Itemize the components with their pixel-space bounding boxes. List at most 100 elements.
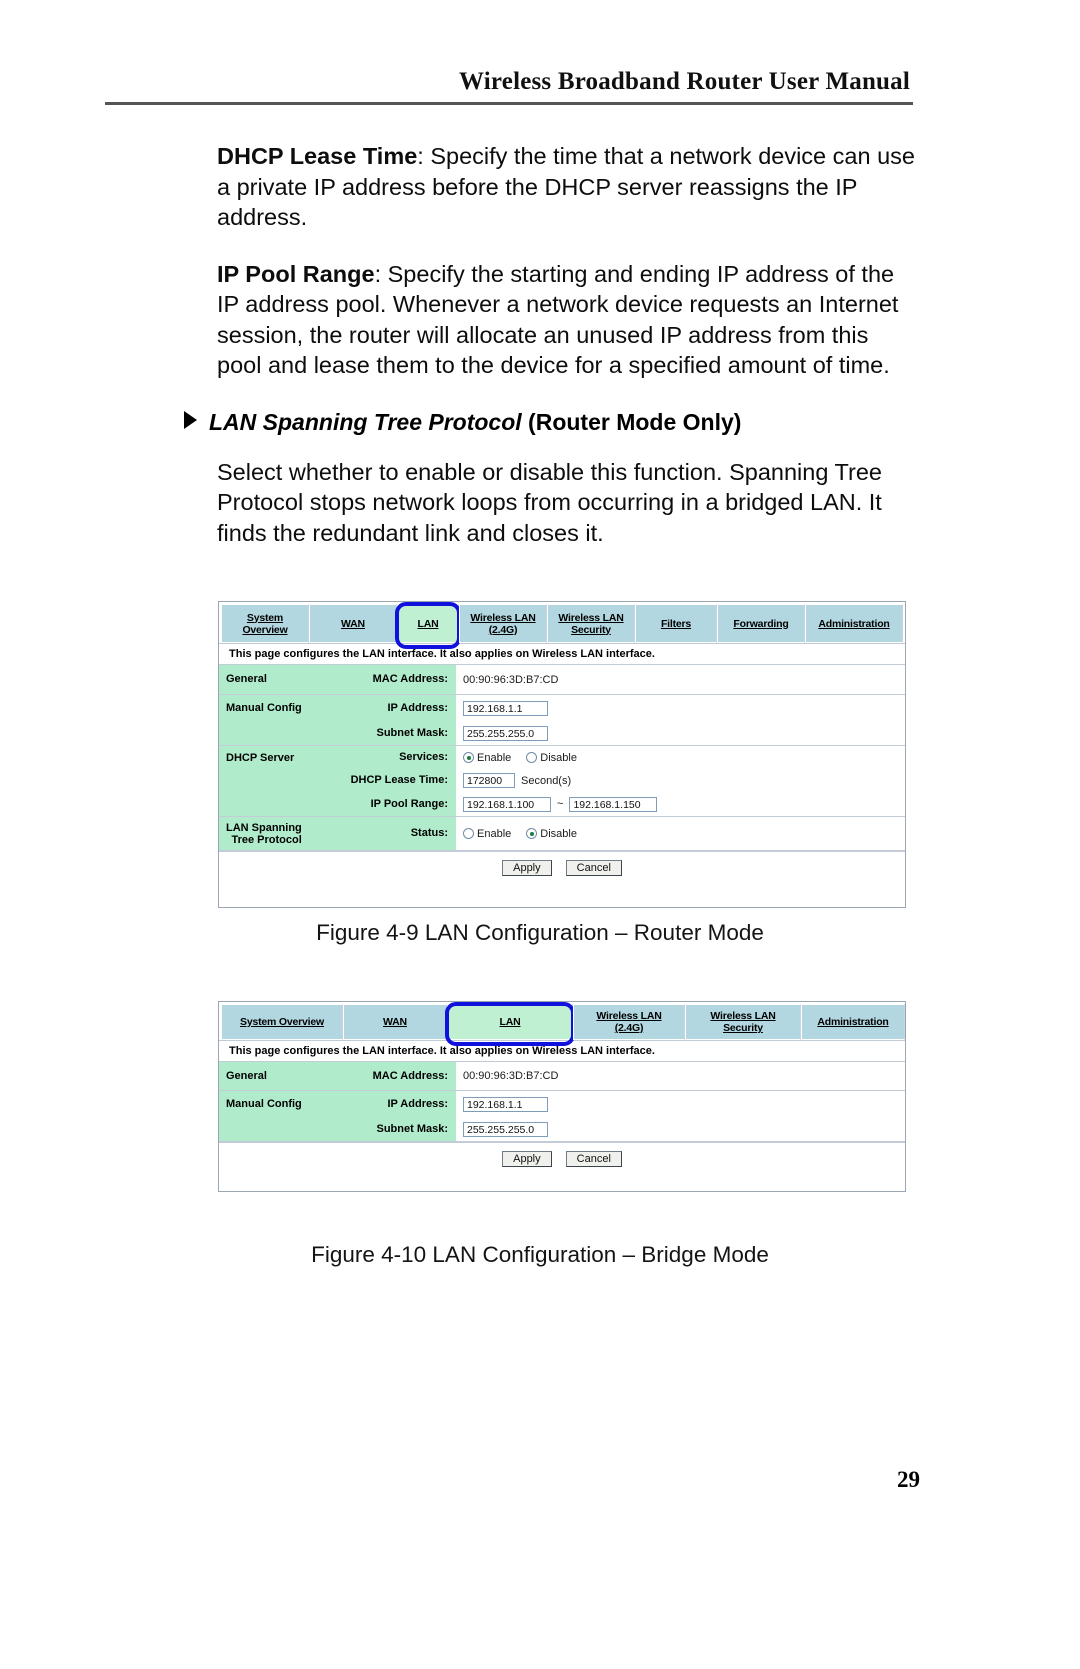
router-stp-disable-label: Disable — [540, 827, 577, 840]
bridge-cancel-button[interactable]: Cancel — [565, 1151, 622, 1167]
tab-wan[interactable]: WAN — [309, 604, 397, 643]
router-mode-section-general: General MAC Address: 00:90:96:3D:B7:CD — [219, 665, 905, 695]
bridge-general-mac-value-cell: 00:90:96:3D:B7:CD — [456, 1070, 558, 1082]
router-services-disable-radio[interactable]: Disable — [526, 752, 577, 764]
router-services-cell: Enable Disable — [456, 752, 586, 764]
bridge-ip-address-input[interactable]: 192.168.1.1 — [463, 1096, 548, 1112]
bridge-manual-config-group-label: Manual Config — [226, 1098, 302, 1110]
router-stp-group-line2: Tree Protocol — [231, 834, 302, 846]
router-stp-status-label: Status: — [410, 827, 448, 839]
triangle-bullet-icon — [184, 410, 197, 429]
router-manual-config-group-label: Manual Config — [226, 702, 302, 714]
router-ip-pool-start-input[interactable]: 192.168.1.100 — [463, 796, 551, 812]
bridge-mode-section-manual-config: Manual Config IP Address: 192.168.1.1 Su… — [219, 1091, 905, 1142]
router-stp-disable-radio[interactable]: Disable — [526, 828, 577, 840]
router-subnet-mask-label: Subnet Mask: — [376, 727, 448, 739]
tab-wireless-lan-security[interactable]: Wireless LAN Security — [547, 604, 635, 643]
page-number: 29 — [897, 1467, 920, 1492]
tab-lan[interactable]: LAN — [395, 602, 461, 649]
tab-wireless-lan-2-4g[interactable]: Wireless LAN (2.4G) — [459, 604, 547, 643]
router-cancel-button[interactable]: Cancel — [565, 860, 622, 876]
router-apply-button[interactable]: Apply — [502, 860, 552, 876]
tab-wan[interactable]: WAN — [343, 1004, 447, 1040]
router-mode-section-lan-spanning-tree: LAN Spanning Tree Protocol Status: Enabl… — [219, 817, 905, 851]
router-general-group-label: General — [226, 673, 267, 685]
bridge-ip-address-cell: 192.168.1.1 — [456, 1096, 548, 1112]
tab-label: System Overview — [240, 1016, 324, 1028]
router-ip-pool-range-cell: 192.168.1.100 ~ 192.168.1.150 — [456, 796, 658, 812]
tab-administration[interactable]: Administration — [801, 1004, 905, 1040]
router-services-enable-label: Enable — [477, 751, 512, 764]
running-header: Wireless Broadband Router User Manual — [459, 68, 910, 95]
router-general-mac-value-cell: 00:90:96:3D:B7:CD — [456, 674, 558, 686]
tab-wireless-lan-security[interactable]: Wireless LAN Security — [685, 1004, 801, 1040]
radio-selected-icon — [463, 752, 474, 763]
tab-wireless-lan-2-4g[interactable]: Wireless LAN (2.4G) — [573, 1004, 685, 1040]
tab-administration[interactable]: Administration — [805, 604, 903, 643]
router-general-mac-label: MAC Address: — [372, 673, 448, 685]
tab-label: LAN — [417, 617, 439, 630]
tab-label: Wireless LAN (2.4G) — [470, 611, 536, 636]
radio-unselected-icon — [463, 828, 474, 839]
router-ip-pool-separator: ~ — [557, 798, 564, 810]
section-heading-italic: LAN Spanning Tree Protocol — [209, 408, 522, 435]
bridge-mode-lan-config-screenshot: System Overview WAN LAN Wireless LAN (2.4G) W… — [218, 1001, 906, 1192]
tab-label: Administration — [818, 617, 890, 630]
bridge-mode-page-note: This page configures the LAN interface. … — [219, 1040, 905, 1062]
router-dhcp-server-group-label: DHCP Server — [226, 752, 295, 764]
router-stp-group-label: LAN Spanning Tree Protocol — [226, 822, 302, 846]
tab-filters[interactable]: Filters — [635, 604, 717, 643]
tab-label: WAN — [341, 617, 365, 630]
tab-label: Filters — [660, 617, 692, 630]
figure-caption-4-9: Figure 4-9 LAN Configuration – Router Mo… — [316, 920, 764, 945]
tab-label: Administration — [817, 1016, 889, 1028]
router-services-disable-label: Disable — [540, 751, 577, 764]
router-mode-action-bar: Apply Cancel — [219, 851, 905, 884]
figure-caption-4-10: Figure 4-10 LAN Configuration – Bridge M… — [311, 1242, 769, 1267]
header-rule — [105, 102, 913, 105]
radio-unselected-icon — [526, 752, 538, 763]
tab-forwarding[interactable]: Forwarding — [717, 604, 805, 643]
bridge-general-mac-label: MAC Address: — [372, 1070, 448, 1082]
bridge-mode-section-general: General MAC Address: 00:90:96:3D:B7:CD — [219, 1062, 905, 1091]
router-stp-enable-label: Enable — [477, 827, 512, 840]
tab-system-overview[interactable]: System Overview — [221, 1004, 343, 1040]
router-subnet-mask-cell: 255.255.255.0 — [456, 725, 548, 741]
router-ip-address-cell: 192.168.1.1 — [456, 700, 548, 716]
bridge-subnet-mask-label: Subnet Mask: — [376, 1123, 448, 1135]
router-services-enable-radio[interactable]: Enable — [463, 752, 511, 764]
radio-selected-icon — [526, 828, 538, 839]
term-ip-pool-range: IP Pool Range — [217, 260, 375, 287]
router-lease-time-input[interactable]: 172800 — [463, 773, 515, 788]
bridge-mode-action-bar: Apply Cancel — [219, 1142, 905, 1175]
tab-label: Forwarding — [733, 617, 789, 630]
tab-system-overview[interactable]: System Overview — [221, 604, 309, 643]
router-lease-time-unit: Second(s) — [521, 774, 572, 787]
document-page: Wireless Broadband Router User Manual DH… — [0, 0, 1080, 1669]
router-ip-pool-range-label: IP Pool Range: — [370, 798, 448, 810]
paragraph-spanning-tree-description: Select whether to enable or disable this… — [217, 458, 882, 546]
router-mode-tab-bar: System Overview WAN LAN Wireless LAN (2.4G) Wi… — [219, 602, 905, 649]
router-ip-address-label: IP Address: — [387, 702, 448, 714]
bridge-subnet-mask-input[interactable]: 255.255.255.0 — [463, 1121, 548, 1137]
router-subnet-mask-input[interactable]: 255.255.255.0 — [463, 725, 548, 741]
paragraph-dhcp-lease-time: DHCP Lease Time: Specify the time that a… — [217, 141, 917, 233]
bridge-ip-address-label: IP Address: — [387, 1098, 448, 1110]
router-mode-section-manual-config: Manual Config IP Address: 192.168.1.1 Su… — [219, 695, 905, 746]
router-stp-status-cell: Enable Disable — [456, 828, 586, 840]
bridge-general-mac-value: 00:90:96:3D:B7:CD — [463, 1070, 559, 1082]
bridge-apply-button[interactable]: Apply — [502, 1151, 552, 1167]
term-dhcp-lease-time: DHCP Lease Time — [217, 143, 418, 169]
bridge-general-group-label: General — [226, 1070, 267, 1082]
router-ip-address-input[interactable]: 192.168.1.1 — [463, 700, 548, 716]
section-heading-bold: (Router Mode Only) — [528, 408, 742, 435]
router-ip-pool-end-input[interactable]: 192.168.1.150 — [569, 796, 658, 812]
router-stp-enable-radio[interactable]: Enable — [463, 828, 511, 840]
tab-lan[interactable]: LAN — [445, 1002, 575, 1046]
tab-label: Wireless LAN Security — [710, 1010, 776, 1034]
router-lease-time-cell: 172800 Second(s) — [456, 773, 571, 788]
body-column: DHCP Lease Time: Specify the time that a… — [184, 141, 917, 574]
section-heading-lan-spanning-tree-protocol: LAN Spanning Tree Protocol (Router Mode … — [184, 407, 917, 437]
router-general-mac-value: 00:90:96:3D:B7:CD — [463, 673, 559, 686]
bridge-subnet-mask-cell: 255.255.255.0 — [456, 1121, 548, 1137]
